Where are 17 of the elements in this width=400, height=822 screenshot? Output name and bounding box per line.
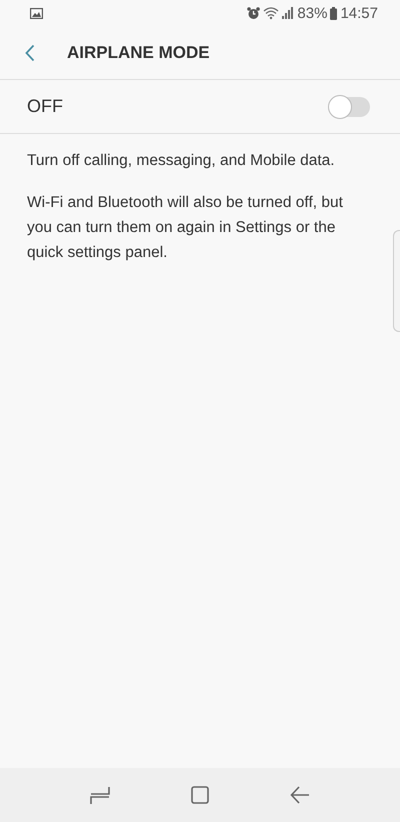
toggle-switch[interactable] bbox=[329, 96, 370, 116]
signal-icon bbox=[282, 7, 294, 19]
battery-icon bbox=[330, 6, 338, 20]
battery-percentage: 83% bbox=[297, 4, 328, 22]
chevron-left-icon bbox=[25, 44, 35, 62]
home-icon[interactable] bbox=[190, 786, 209, 804]
back-icon[interactable] bbox=[290, 786, 310, 804]
clock: 14:57 bbox=[340, 4, 378, 22]
description-text: Wi-Fi and Bluetooth will also be turned off, but you can turn them on again in Settings or the quick settings panel. bbox=[27, 193, 344, 263]
alarm-icon bbox=[247, 6, 260, 20]
switch-label: OFF bbox=[27, 96, 63, 117]
gallery-icon bbox=[30, 8, 43, 18]
description-text: Turn off calling, messaging, and Mobile data. bbox=[27, 151, 336, 171]
screen-title: AIRPLANE MODE bbox=[67, 42, 210, 62]
recent-apps-icon[interactable] bbox=[90, 785, 110, 805]
wifi-icon bbox=[263, 6, 280, 20]
edge-panel-handle[interactable] bbox=[393, 230, 400, 332]
